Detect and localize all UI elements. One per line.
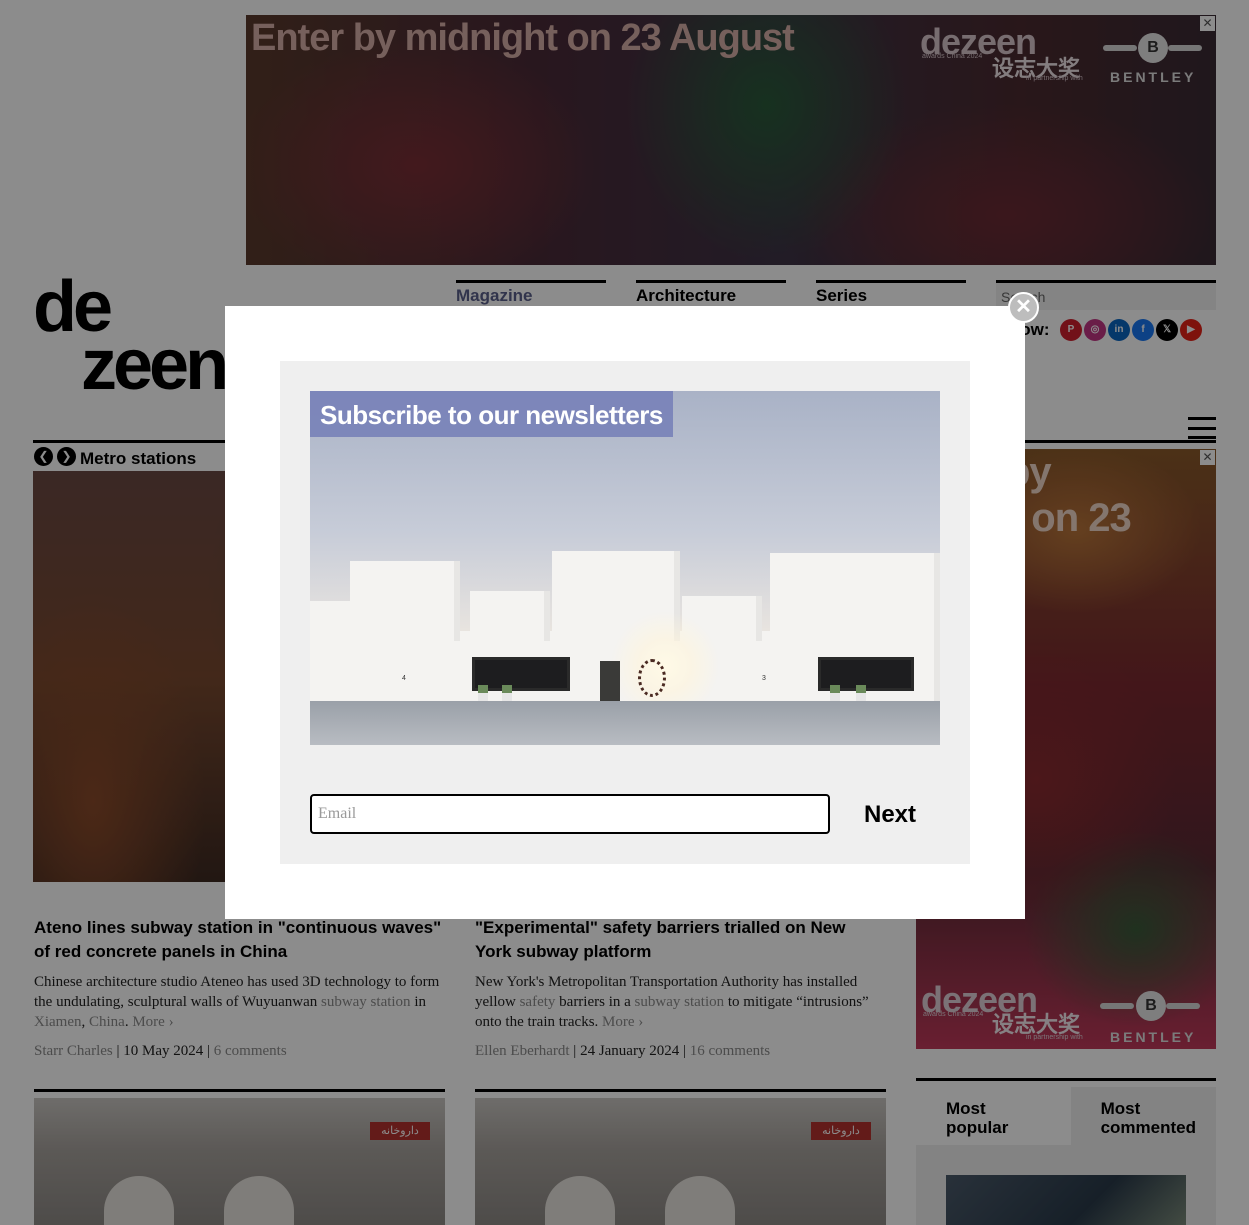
close-icon[interactable]: ✕ bbox=[1008, 292, 1039, 323]
building-block bbox=[350, 561, 460, 641]
ground bbox=[310, 701, 940, 745]
door bbox=[600, 661, 620, 701]
newsletter-heading: Subscribe to our newsletters bbox=[310, 391, 673, 437]
newsletter-photo: 4 3 bbox=[310, 391, 940, 745]
house-number: 3 bbox=[762, 675, 766, 682]
email-field[interactable] bbox=[310, 794, 830, 834]
next-button[interactable]: Next bbox=[846, 796, 934, 834]
decorative-circle bbox=[638, 659, 666, 697]
house-number: 4 bbox=[402, 675, 406, 682]
building-block bbox=[770, 553, 940, 643]
building-block bbox=[470, 591, 550, 641]
